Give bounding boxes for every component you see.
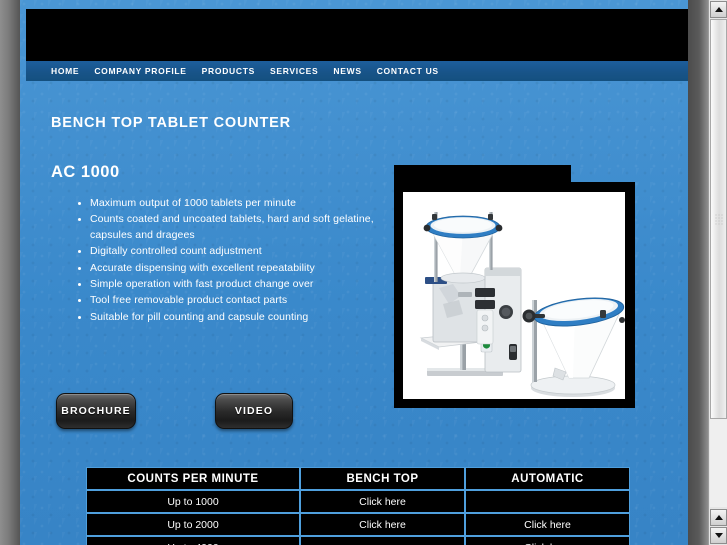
nav-services[interactable]: SERVICES <box>270 66 318 76</box>
brochure-button-label: BROCHURE <box>61 405 131 417</box>
page-gutter-right <box>688 0 708 545</box>
cell-counts: Up to 2000 <box>86 513 300 536</box>
nav-products[interactable]: PRODUCTS <box>202 66 255 76</box>
list-item: Tool free removable product contact part… <box>78 293 400 308</box>
list-item: Simple operation with fast product chang… <box>78 277 400 292</box>
nav-home[interactable]: HOME <box>51 66 79 76</box>
table-row: Up to 1000 Click here <box>86 490 630 513</box>
nav-news[interactable]: NEWS <box>333 66 361 76</box>
nav-contact-us[interactable]: CONTACT US <box>377 66 439 76</box>
cell-automatic-link[interactable]: Click here <box>465 536 630 545</box>
cell-bench-top-link[interactable]: Click here <box>300 490 465 513</box>
triangle-up-icon <box>714 7 723 12</box>
column-header-counts: COUNTS PER MINUTE <box>86 467 300 490</box>
cell-bench-top-link[interactable]: Click here <box>300 513 465 536</box>
product-image-frame-top <box>394 165 571 182</box>
product-photo-illustration <box>403 192 625 399</box>
triangle-down-icon <box>714 533 723 538</box>
list-item: Maximum output of 1000 tablets per minut… <box>78 196 400 211</box>
video-button-label: VIDEO <box>234 405 274 417</box>
column-header-automatic: AUTOMATIC <box>465 467 630 490</box>
scrollbar-thumb[interactable] <box>710 19 727 419</box>
column-header-bench-top: BENCH TOP <box>300 467 465 490</box>
table-row: Up to 4000 Click here <box>86 536 630 545</box>
main-navigation[interactable]: HOME COMPANY PROFILE PRODUCTS SERVICES N… <box>26 61 688 81</box>
scrollbar-down-button[interactable] <box>710 527 727 544</box>
cell-automatic-link[interactable]: Click here <box>465 513 630 536</box>
list-item: Accurate dispensing with excellent repea… <box>78 261 400 276</box>
product-image <box>403 192 625 399</box>
web-page: HOME COMPANY PROFILE PRODUCTS SERVICES N… <box>20 0 688 545</box>
nav-company-profile[interactable]: COMPANY PROFILE <box>94 66 186 76</box>
brochure-button[interactable]: BROCHURE <box>56 393 136 429</box>
site-banner <box>26 9 688 61</box>
page-gutter-left <box>0 0 20 545</box>
scrollbar-up-button-top[interactable] <box>710 1 727 18</box>
product-model-title: AC 1000 <box>51 163 120 181</box>
triangle-up-icon <box>714 515 723 520</box>
table-row: Up to 2000 Click here Click here <box>86 513 630 536</box>
scrollbar-up-button[interactable] <box>710 509 727 526</box>
vertical-scrollbar[interactable] <box>708 0 727 545</box>
list-item: Counts coated and uncoated tablets, hard… <box>78 212 400 243</box>
page-title: BENCH TOP TABLET COUNTER <box>51 115 291 131</box>
browser-viewport: HOME COMPANY PROFILE PRODUCTS SERVICES N… <box>0 0 727 545</box>
feature-list: Maximum output of 1000 tablets per minut… <box>72 196 400 326</box>
cell-bench-top <box>300 536 465 545</box>
table-header-row: COUNTS PER MINUTE BENCH TOP AUTOMATIC <box>86 467 630 490</box>
list-item: Digitally controlled count adjustment <box>78 244 400 259</box>
cell-counts: Up to 1000 <box>86 490 300 513</box>
counts-per-minute-table: COUNTS PER MINUTE BENCH TOP AUTOMATIC Up… <box>86 467 630 545</box>
video-button[interactable]: VIDEO <box>215 393 293 429</box>
list-item: Suitable for pill counting and capsule c… <box>78 310 400 325</box>
cell-counts: Up to 4000 <box>86 536 300 545</box>
scrollbar-grip <box>714 213 723 225</box>
cell-automatic <box>465 490 630 513</box>
